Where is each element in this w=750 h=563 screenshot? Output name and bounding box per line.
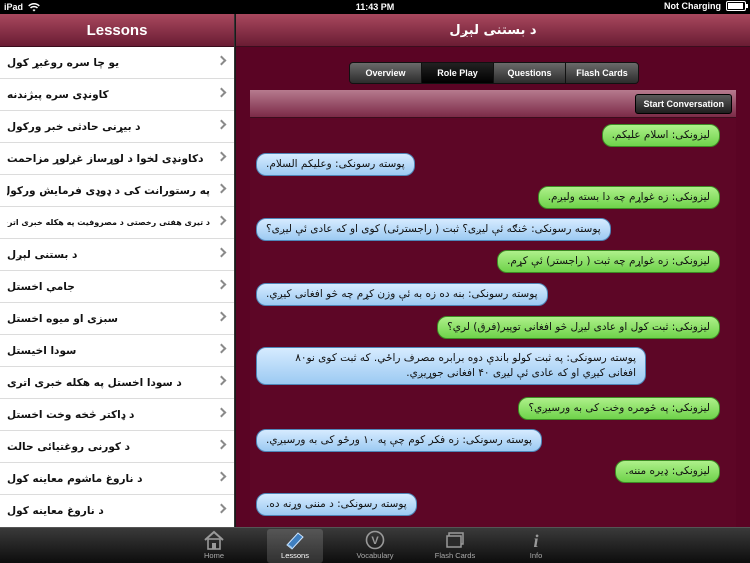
segment-role-play[interactable]: Role Play [422,63,494,83]
tab-label: Vocabulary [356,551,394,560]
lessons-title: Lessons [0,14,234,47]
flash-cards-icon [446,531,464,548]
section-selector: Overview Role Play Questions Flash Cards [349,62,639,84]
message-bubble: لیزونکی: زه غواړم چه دا بسته ولیږم. [537,186,720,209]
lesson-title: د بستنی لېږل [236,14,750,47]
lesson-label: د ناروغ معاینه کول [7,505,104,517]
segment-overview[interactable]: Overview [350,63,422,83]
tab-bar: Home Lessons V Vocabulary Flash Cards i … [0,527,750,563]
chevron-right-icon [216,247,227,258]
tab-label: Lessons [281,551,309,560]
chevron-right-icon [216,311,227,322]
clock: 11:43 PM [355,2,395,12]
message-bubble: پوسته رسونکی: د مننی وړنه ده. [256,493,417,516]
lesson-list: یو چا سره روغبړ کول کاونډی سره پیژندنه د… [0,47,234,527]
lesson-label: د ډاکتر څخه وخت اخستل [7,408,135,421]
info-icon: i [533,531,538,550]
lesson-row[interactable]: د ناروغ معاینه کول [0,495,234,527]
message-bubble: لیزونکی: په څومره وخت کی به ورسیږي؟ [518,397,720,420]
lesson-row[interactable]: یو چا سره روغبړ کول [0,47,234,79]
book-icon [286,531,304,550]
lesson-row[interactable]: د ډاکتر څخه وخت اخستل [0,399,234,431]
lesson-row[interactable]: دکاونډی لخوا د لوړساز غږلوړ مزاحمت [0,143,234,175]
message-bubble: پوسته رسونکی: زه فکر کوم چې په ۱۰ ورځو ک… [256,429,542,452]
segment-questions[interactable]: Questions [494,63,566,83]
home-icon [204,530,224,550]
chevron-right-icon [216,183,227,194]
lesson-label: جامې اخستل [7,280,75,293]
chevron-right-icon [216,215,227,226]
tab-label: Flash Cards [434,551,476,560]
chevron-right-icon [216,343,227,354]
chevron-right-icon [216,55,227,66]
chevron-right-icon [216,279,227,290]
tab-vocabulary[interactable]: V Vocabulary [347,529,403,563]
conversation-view[interactable]: Start Conversation لیزونکی: اسلام علیکم.… [250,90,736,527]
message-bubble: لیزونکی: ډیره مننه. [615,460,720,483]
lesson-row[interactable]: په رستورانت کی د ډوډی فرمایش ورکول [0,175,234,207]
segment-flash-cards[interactable]: Flash Cards [566,63,638,83]
start-conversation-button[interactable]: Start Conversation [635,94,732,114]
lesson-row[interactable]: سودا اخیستل [0,335,234,367]
lesson-label: دکاونډی لخوا د لوړساز غږلوړ مزاحمت [7,152,204,165]
tab-info[interactable]: i Info [508,529,564,563]
tab-flash-cards[interactable]: Flash Cards [427,529,483,563]
charging-status: Not Charging [664,1,721,11]
battery-icon [726,1,748,11]
chevron-right-icon [216,503,227,514]
chevron-right-icon [216,439,227,450]
lesson-label: د کورنی روغتیائی حالت [7,440,131,453]
tab-lessons[interactable]: Lessons [267,529,323,563]
content-panel: د بستنی لېږل Overview Role Play Question… [236,14,750,527]
vocabulary-icon: V [365,530,385,549]
chevron-right-icon [216,407,227,418]
chevron-right-icon [216,151,227,162]
lesson-row[interactable]: جامې اخستل [0,271,234,303]
lesson-row[interactable]: د سودا اخستل په هکله خبری اتری [0,367,234,399]
lesson-label: د بستنی لېږل [7,248,78,261]
lesson-label: د سودا اخستل په هکله خبری اتری [7,376,182,389]
lesson-label: سبزی او میوه اخستل [7,312,118,325]
tab-label: Info [529,551,543,560]
message-bubble: پوسته رسونکی: په ثبت کولو باندې دوه براب… [256,347,646,385]
message-bubble: پوسته رسونکی: وعلیکم السلام. [256,153,415,176]
lesson-label: یو چا سره روغبړ کول [7,56,120,69]
lesson-label: د تیری هفتی رخصتی د مصروفیت په هکله خبری… [7,218,210,227]
tab-label: Home [203,551,224,560]
message-bubble: پوسته رسونکی: څنګه ئې لیږی؟ ثبت ( راجستر… [256,218,611,241]
lessons-panel: Lessons یو چا سره روغبړ کول کاونډی سره پ… [0,14,235,527]
lesson-row[interactable]: د ناروغ ماشوم معاینه کول [0,463,234,495]
message-bubble: لیزونکی: زه غواړم چه ثبت ( راجستر) ئې کړ… [497,250,720,273]
lesson-row[interactable]: د بستنی لېږل [0,239,234,271]
message-bubble: لیزونکی: ثبت کول او عادی لیږل څو افغانی … [437,316,720,339]
lesson-label: د ناروغ ماشوم معاینه کول [7,472,143,485]
lesson-label: سودا اخیستل [7,344,77,357]
chevron-right-icon [216,471,227,482]
conversation-toolbar: Start Conversation [250,90,736,118]
chevron-right-icon [216,375,227,386]
lesson-label: کاونډی سره پیژندنه [7,88,109,101]
tab-home[interactable]: Home [186,529,242,563]
svg-text:V: V [371,535,379,547]
svg-text:i: i [533,531,538,550]
lesson-row[interactable]: کاونډی سره پیژندنه [0,79,234,111]
status-bar: iPad 11:43 PM Not Charging [0,0,750,14]
lesson-label: په رستورانت کی د ډوډی فرمایش ورکول [7,184,210,197]
chevron-right-icon [216,119,227,130]
lesson-label: د بیړنی حادثی خبر ورکول [7,120,141,133]
chevron-right-icon [216,87,227,98]
message-bubble: پوسته رسونکی: بنه ده زه به ئې وزن کړم چه… [256,283,548,306]
lesson-row[interactable]: د تیری هفتی رخصتی د مصروفیت په هکله خبری… [0,207,234,239]
lesson-row[interactable]: د بیړنی حادثی خبر ورکول [0,111,234,143]
message-bubble: لیزونکی: اسلام علیکم. [601,124,720,147]
lesson-row[interactable]: د کورنی روغتیائی حالت [0,431,234,463]
lesson-row[interactable]: سبزی او میوه اخستل [0,303,234,335]
